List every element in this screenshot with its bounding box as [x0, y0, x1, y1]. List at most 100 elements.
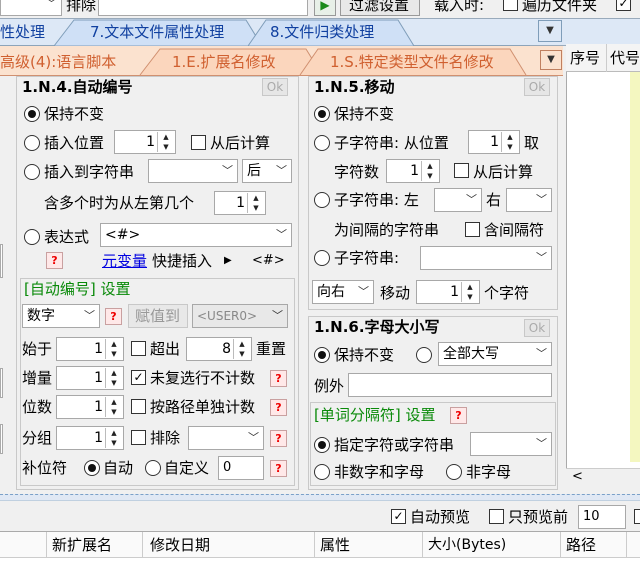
move-calc-from-right-checkbox[interactable]	[454, 163, 469, 178]
substr-from-stepper[interactable]: 1 ▲ ▼	[468, 130, 520, 154]
tab-specific-filename-modify[interactable]: 1.S.特定类型文件名修改	[330, 51, 494, 73]
stepper-arrows-icon[interactable]: ▲ ▼	[105, 428, 122, 448]
start-stepper[interactable]: 1 ▲ ▼	[56, 337, 124, 361]
multi-contain-stepper[interactable]: 1 ▲ ▼	[214, 191, 266, 215]
col-attributes[interactable]: 属性	[320, 535, 350, 555]
tab-attr-process[interactable]: 性处理	[0, 21, 45, 43]
substr-left-select[interactable]: ﹀	[434, 188, 482, 212]
move-direction-select[interactable]: 向右 ﹀	[312, 280, 374, 304]
by-path-checkbox[interactable]	[131, 399, 146, 414]
not-counted-checkbox[interactable]: ✓	[131, 370, 146, 385]
stepper-arrows-icon[interactable]: ▲ ▼	[247, 193, 264, 213]
non-letter-radio[interactable]	[446, 464, 462, 480]
pad-help-icon[interactable]: ?	[270, 460, 287, 477]
increment-stepper[interactable]: 1 ▲ ▼	[56, 366, 124, 390]
substr-from-radio[interactable]	[314, 135, 330, 151]
case-change-radio[interactable]	[416, 347, 432, 363]
tab-row-2-dropdown-button[interactable]: ▼	[540, 50, 562, 70]
assign-target-select[interactable]: <USER0> ﹀	[192, 304, 288, 328]
keep-unchanged-radio[interactable]	[24, 106, 40, 122]
grid-col-index[interactable]: 序号	[570, 48, 600, 68]
exception-input[interactable]	[348, 373, 552, 397]
right-grid-scrollbar[interactable]: <	[566, 468, 640, 486]
preview-count-input[interactable]: 10	[578, 505, 626, 529]
stepper-arrows-icon[interactable]: ▲ ▼	[233, 339, 250, 359]
tab-text-file-attr[interactable]: 7.文本文件属性处理	[90, 21, 224, 43]
col-path[interactable]: 路径	[566, 535, 596, 555]
stepper-arrows-icon[interactable]: ▲ ▼	[105, 339, 122, 359]
quick-insert-label[interactable]: 快捷插入	[152, 251, 212, 271]
case-keep-radio[interactable]	[314, 347, 330, 363]
left-edge-field-1[interactable]	[0, 244, 3, 278]
move-ok-button[interactable]: Ok	[524, 78, 550, 96]
stepper-arrows-icon[interactable]: ▲ ▼	[157, 132, 174, 152]
specified-char-radio[interactable]	[314, 437, 330, 453]
substr-colon-radio[interactable]	[314, 250, 330, 266]
only-preview-checkbox[interactable]	[489, 509, 504, 524]
insert-to-string-radio[interactable]	[24, 164, 40, 180]
move-keep-radio[interactable]	[314, 106, 330, 122]
digits-stepper[interactable]: 1 ▲ ▼	[56, 395, 124, 419]
pad-custom-radio[interactable]	[145, 460, 161, 476]
exclude-pattern-input[interactable]	[98, 0, 308, 16]
word-separator-help-icon[interactable]: ?	[450, 407, 467, 424]
extra-status-checkbox[interactable]	[634, 509, 640, 524]
insert-to-string-select[interactable]: ﹀	[148, 159, 238, 183]
by-path-help-icon[interactable]: ?	[270, 399, 287, 416]
tab-file-classify[interactable]: 8.文件归类处理	[270, 21, 374, 43]
insert-position-stepper[interactable]: 1 ▲ ▼	[114, 130, 176, 154]
auto-preview-checkbox[interactable]: ✓	[391, 509, 406, 524]
expression-radio[interactable]	[24, 229, 40, 245]
exclude-checkbox[interactable]	[131, 430, 146, 445]
number-type-help-icon[interactable]: ?	[105, 308, 122, 325]
stepper-arrows-icon[interactable]: ▲ ▼	[461, 282, 478, 302]
include-separator-checkbox[interactable]	[465, 222, 480, 237]
insert-calc-from-right-checkbox[interactable]	[191, 135, 206, 150]
substr-right-select[interactable]: ﹀	[506, 188, 552, 212]
tab-extension-modify[interactable]: 1.E.扩展名修改	[172, 51, 276, 73]
tab-language-script[interactable]: 高级(4):语言脚本	[0, 51, 116, 73]
stepper-arrows-icon[interactable]: ▲ ▼	[105, 368, 122, 388]
col-new-extension[interactable]: 新扩展名	[52, 535, 112, 555]
stepper-arrows-icon[interactable]: ▲ ▼	[501, 132, 518, 152]
stepper-arrows-icon[interactable]: ▲ ▼	[421, 161, 438, 181]
case-ok-button[interactable]: Ok	[524, 319, 550, 337]
assign-to-button[interactable]: 赋值到	[128, 304, 188, 328]
non-alnum-radio[interactable]	[314, 464, 330, 480]
quick-insert-arrow-icon[interactable]: ▶	[224, 251, 232, 271]
extra-checkbox[interactable]: ✓	[616, 0, 631, 11]
tab-row-1-dropdown-button[interactable]: ▼	[538, 20, 562, 42]
exceed-checkbox[interactable]	[131, 341, 146, 356]
stepper-arrows-icon[interactable]: ▲ ▼	[105, 397, 122, 417]
substr-colon-select[interactable]: ﹀	[420, 246, 552, 270]
substr-left-radio[interactable]	[314, 192, 330, 208]
col-size[interactable]: 大小(Bytes)	[428, 535, 506, 555]
exceed-stepper[interactable]: 8 ▲ ▼	[186, 337, 252, 361]
splitter[interactable]	[0, 494, 640, 501]
pad-auto-radio[interactable]	[84, 460, 100, 476]
group-stepper[interactable]: 1 ▲ ▼	[56, 426, 124, 450]
auto-number-ok-button[interactable]: Ok	[262, 78, 288, 96]
pad-custom-input[interactable]: 0	[218, 456, 264, 480]
grid-col-code[interactable]: 代号	[610, 48, 640, 68]
specified-char-select[interactable]: ﹀	[470, 432, 552, 456]
exclude-help-icon[interactable]: ?	[270, 430, 287, 447]
expression-select[interactable]: <#> ﹀	[100, 223, 292, 247]
col-modified-date[interactable]: 修改日期	[150, 535, 210, 555]
traverse-folder-checkbox[interactable]	[503, 0, 518, 11]
insert-position-radio[interactable]	[24, 135, 40, 151]
sort-select-left[interactable]: ﹀	[0, 0, 62, 16]
left-edge-field-2[interactable]	[0, 368, 3, 398]
insert-after-select[interactable]: 后 ﹀	[242, 159, 292, 183]
filter-apply-button[interactable]: ▶	[314, 0, 336, 16]
expression-help-icon[interactable]: ?	[46, 252, 63, 269]
right-grid-selected-cell[interactable]	[630, 72, 640, 462]
scroll-left-icon[interactable]: <	[572, 467, 583, 487]
exclude-select[interactable]: ﹀	[188, 426, 264, 450]
number-type-select[interactable]: 数字 ﹀	[22, 304, 100, 328]
not-counted-help-icon[interactable]: ?	[270, 370, 287, 387]
char-count-stepper[interactable]: 1 ▲ ▼	[386, 159, 440, 183]
quick-insert-tag[interactable]: <#>	[252, 251, 285, 271]
move-stepper[interactable]: 1 ▲ ▼	[416, 280, 480, 304]
left-edge-field-3[interactable]	[0, 424, 3, 454]
